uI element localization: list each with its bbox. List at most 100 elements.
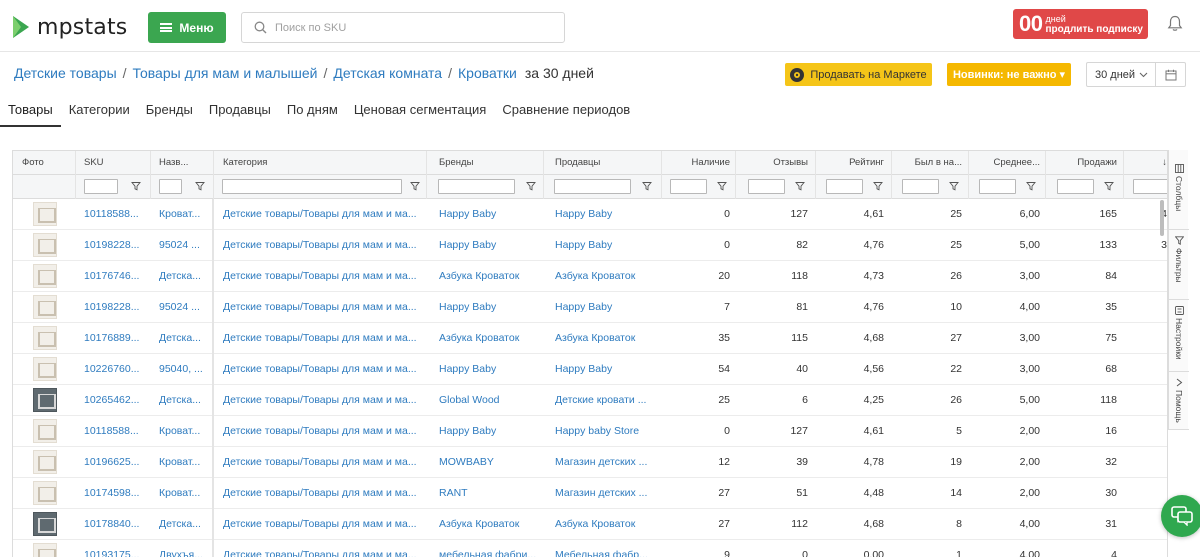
category-cell[interactable]: Детские товары/Товары для мам и ма... (223, 478, 423, 509)
column-divider[interactable] (75, 151, 76, 199)
seller-cell[interactable]: Азбука Кроваток (555, 261, 660, 292)
name-cell[interactable]: Кроват... (159, 416, 209, 447)
category-cell[interactable]: Детские товары/Товары для мам и ма... (223, 385, 423, 416)
bell-icon[interactable] (1167, 15, 1183, 32)
tab-by-days[interactable]: По дням (279, 102, 346, 127)
sku-cell[interactable]: 10193175... (84, 540, 144, 557)
filter-icon[interactable] (949, 181, 959, 191)
table-row[interactable]: 10226760... 95040, ... Детские товары/Това… (13, 354, 1167, 385)
column-divider[interactable] (426, 151, 427, 199)
category-cell[interactable]: Детские товары/Товары для мам и ма... (223, 261, 423, 292)
brand-cell[interactable]: мебельная фабри... (439, 540, 539, 557)
sku-cell[interactable]: 10198228... (84, 292, 144, 323)
filter-icon[interactable] (1026, 181, 1036, 191)
sku-cell[interactable]: 10176746... (84, 261, 144, 292)
seller-cell[interactable]: Магазин детских ... (555, 478, 660, 509)
table-row[interactable]: 10196625... Кроват... Детские товары/Товар… (13, 447, 1167, 478)
product-thumbnail[interactable] (33, 419, 57, 443)
menu-button[interactable]: Меню (148, 12, 226, 43)
column-divider[interactable] (891, 151, 892, 199)
col-sellers-filter-input[interactable] (554, 179, 631, 194)
col-rating-filter-input[interactable] (826, 179, 863, 194)
seller-cell[interactable]: Happy Baby (555, 230, 660, 261)
filter-icon[interactable] (717, 181, 727, 191)
brand-cell[interactable]: Happy Baby (439, 292, 539, 323)
side-tab-columns[interactable]: Столбцы (1169, 160, 1189, 230)
breadcrumb-item[interactable]: Детские товары (14, 65, 117, 81)
column-divider[interactable] (213, 151, 214, 199)
side-tab-settings[interactable]: Настройки (1169, 302, 1189, 372)
period-select[interactable]: 30 дней (1086, 62, 1156, 87)
seller-cell[interactable]: Happy Baby (555, 354, 660, 385)
seller-cell[interactable]: Happy Baby (555, 199, 660, 230)
brand-cell[interactable]: MOWBABY (439, 447, 539, 478)
table-row[interactable]: 10118588... Кроват... Детские товары/Товар… (13, 199, 1167, 230)
product-thumbnail[interactable] (33, 295, 57, 319)
col-sort-header[interactable]: ↓ (1131, 151, 1167, 175)
seller-cell[interactable]: Happy baby Store (555, 416, 660, 447)
sku-cell[interactable]: 10196625... (84, 447, 144, 478)
category-cell[interactable]: Детские товары/Товары для мам и ма... (223, 509, 423, 540)
column-divider[interactable] (150, 151, 151, 199)
col-category-filter-input[interactable] (222, 179, 402, 194)
col-reviews-filter-input[interactable] (748, 179, 785, 194)
name-cell[interactable]: Кроват... (159, 447, 209, 478)
tab-sellers[interactable]: Продавцы (201, 102, 279, 127)
sku-cell[interactable]: 10178840... (84, 509, 144, 540)
name-cell[interactable]: Кроват... (159, 199, 209, 230)
brand-cell[interactable]: Global Wood (439, 385, 539, 416)
filter-icon[interactable] (642, 181, 652, 191)
col-sales-header[interactable]: Продажи (1053, 151, 1117, 175)
col-average-header[interactable]: Среднее... (975, 151, 1041, 175)
calendar-button[interactable] (1156, 62, 1186, 87)
col-sku-header[interactable]: SKU (84, 151, 144, 175)
category-cell[interactable]: Детские товары/Товары для мам и ма... (223, 540, 423, 557)
brand-cell[interactable]: Happy Baby (439, 230, 539, 261)
name-cell[interactable]: Детска... (159, 385, 209, 416)
filter-icon[interactable] (873, 181, 883, 191)
name-cell[interactable]: Детска... (159, 323, 209, 354)
table-row[interactable]: 10198228... 95024 ... Детские товары/Товар… (13, 230, 1167, 261)
sku-cell[interactable]: 10174598... (84, 478, 144, 509)
col-sales-filter-input[interactable] (1057, 179, 1094, 194)
category-cell[interactable]: Детские товары/Товары для мам и ма... (223, 354, 423, 385)
brand-cell[interactable]: Happy Baby (439, 416, 539, 447)
sku-cell[interactable]: 10118588... (84, 416, 144, 447)
tab-brands[interactable]: Бренды (138, 102, 201, 127)
column-divider[interactable] (968, 151, 969, 199)
filter-icon[interactable] (195, 181, 205, 191)
table-row[interactable]: 10198228... 95024 ... Детские товары/Товар… (13, 292, 1167, 323)
table-row[interactable]: 10118588... Кроват... Детские товары/Товар… (13, 416, 1167, 447)
category-cell[interactable]: Детские товары/Товары для мам и ма... (223, 416, 423, 447)
col-days-in-stock-header[interactable]: Был в на... (899, 151, 962, 175)
tab-products[interactable]: Товары (0, 102, 61, 127)
category-cell[interactable]: Детские товары/Товары для мам и ма... (223, 292, 423, 323)
brand-cell[interactable]: Азбука Кроваток (439, 509, 539, 540)
side-tab-filters[interactable]: Фильтры (1169, 232, 1189, 300)
category-cell[interactable]: Детские товары/Товары для мам и ма... (223, 199, 423, 230)
product-thumbnail[interactable] (33, 543, 57, 557)
filter-icon[interactable] (410, 181, 420, 191)
side-tab-help[interactable]: Помощь (1169, 374, 1189, 430)
name-cell[interactable]: Двухъя... (159, 540, 209, 557)
filter-icon[interactable] (795, 181, 805, 191)
column-divider[interactable] (815, 151, 816, 199)
sku-cell[interactable]: 10176889... (84, 323, 144, 354)
col-stock-filter-input[interactable] (670, 179, 707, 194)
product-thumbnail[interactable] (33, 233, 57, 257)
brand-cell[interactable]: Happy Baby (439, 354, 539, 385)
product-thumbnail[interactable] (33, 326, 57, 350)
column-divider[interactable] (1045, 151, 1046, 199)
col-stock-header[interactable]: Наличие (665, 151, 730, 175)
col-days-in-stock-filter-input[interactable] (902, 179, 939, 194)
search-input[interactable] (275, 21, 545, 34)
table-row[interactable]: 10176889... Детска... Детские товары/Товар… (13, 323, 1167, 354)
brand-cell[interactable]: Азбука Кроваток (439, 261, 539, 292)
product-thumbnail[interactable] (33, 264, 57, 288)
col-brands-filter-input[interactable] (438, 179, 515, 194)
category-cell[interactable]: Детские товары/Товары для мам и ма... (223, 447, 423, 478)
seller-cell[interactable]: Магазин детских ... (555, 447, 660, 478)
sku-cell[interactable]: 10198228... (84, 230, 144, 261)
table-row[interactable]: 10176746... Детска... Детские товары/Товар… (13, 261, 1167, 292)
brand-cell[interactable]: Happy Baby (439, 199, 539, 230)
